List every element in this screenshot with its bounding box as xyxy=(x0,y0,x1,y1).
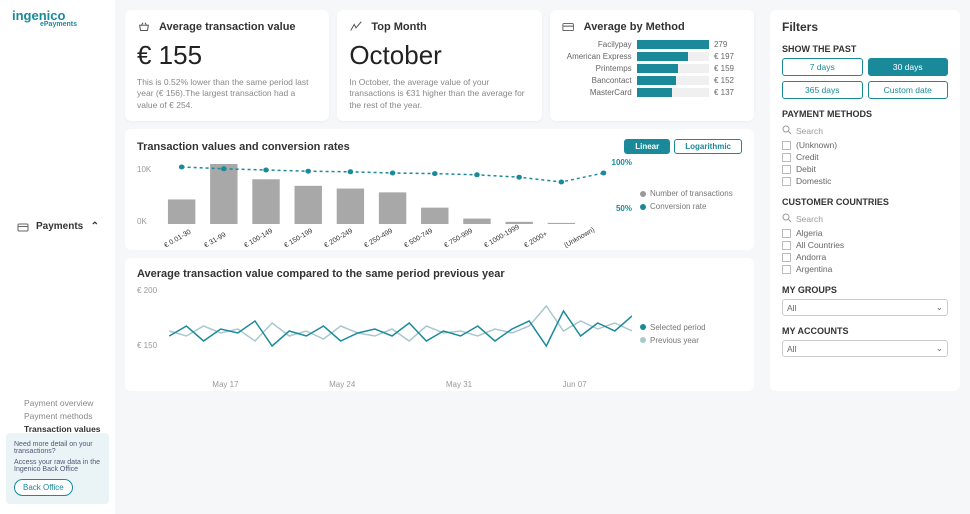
sidebar: ingenico ePayments Payments ⌃ Payment ov… xyxy=(0,0,115,514)
nav-sub-methods[interactable]: Payment methods xyxy=(6,408,109,421)
cc-checkbox[interactable]: Algeria xyxy=(782,227,948,239)
method-bar-row: Bancontact€ 152 xyxy=(562,76,742,85)
chart-compare: Average transaction value compared to th… xyxy=(125,258,754,391)
method-bar-row: Facilypay279 xyxy=(562,40,742,49)
payments-icon xyxy=(16,220,30,234)
cc-checkbox[interactable]: All Countries xyxy=(782,239,948,251)
filter-30days[interactable]: 30 days xyxy=(868,58,949,76)
peak-icon xyxy=(349,20,363,34)
pm-checkbox[interactable]: Debit xyxy=(782,163,948,175)
cc-search[interactable]: Search xyxy=(782,211,948,227)
pm-checkbox[interactable]: (Unknown) xyxy=(782,139,948,151)
filters-panel: Filters SHOW THE PAST 7 days 30 days 365… xyxy=(770,10,960,391)
chevron-down-icon: ⌄ xyxy=(936,343,943,354)
promo-box: Need more detail on your transactions? A… xyxy=(6,433,109,504)
pm-search[interactable]: Search xyxy=(782,123,948,139)
cc-checkbox[interactable]: Argentina xyxy=(782,263,948,275)
method-bar-row: American Express€ 197 xyxy=(562,52,742,61)
search-icon xyxy=(782,213,792,225)
pm-checkbox[interactable]: Domestic xyxy=(782,175,948,187)
filter-365days[interactable]: 365 days xyxy=(782,81,863,99)
method-bar-row: MasterCard€ 137 xyxy=(562,88,742,97)
chart-conversion: Transaction values and conversion rates … xyxy=(125,129,754,250)
accounts-select[interactable]: All⌄ xyxy=(782,340,948,357)
back-office-button[interactable]: Back Office xyxy=(14,479,73,496)
filter-custom[interactable]: Custom date xyxy=(868,81,949,99)
chevron-up-icon: ⌃ xyxy=(91,221,99,232)
filters-title: Filters xyxy=(782,20,948,34)
filter-7days[interactable]: 7 days xyxy=(782,58,863,76)
chevron-down-icon: ⌄ xyxy=(936,302,943,313)
groups-select[interactable]: All⌄ xyxy=(782,299,948,316)
toggle-linear[interactable]: Linear xyxy=(624,139,670,154)
method-bar-row: Printemps€ 159 xyxy=(562,64,742,73)
kpi-by-method: Average by Method Facilypay279American E… xyxy=(550,10,754,121)
basket-icon xyxy=(137,20,151,34)
kpi-top-month: Top Month October In October, the averag… xyxy=(337,10,541,121)
pm-checkbox[interactable]: Credit xyxy=(782,151,948,163)
nav-sub-overview[interactable]: Payment overview xyxy=(6,395,109,408)
cc-checkbox[interactable]: Andorra xyxy=(782,251,948,263)
nav-payments[interactable]: Payments ⌃ xyxy=(6,48,109,395)
toggle-log[interactable]: Logarithmic xyxy=(674,139,742,154)
kpi-avg-value: Average transaction value € 155 This is … xyxy=(125,10,329,121)
brand-logo: ingenico ePayments xyxy=(6,8,109,28)
avg-value: € 155 xyxy=(137,40,317,71)
card-icon xyxy=(562,20,576,34)
search-icon xyxy=(782,125,792,137)
top-month-value: October xyxy=(349,40,529,71)
main-content: Average transaction value € 155 This is … xyxy=(115,0,970,514)
